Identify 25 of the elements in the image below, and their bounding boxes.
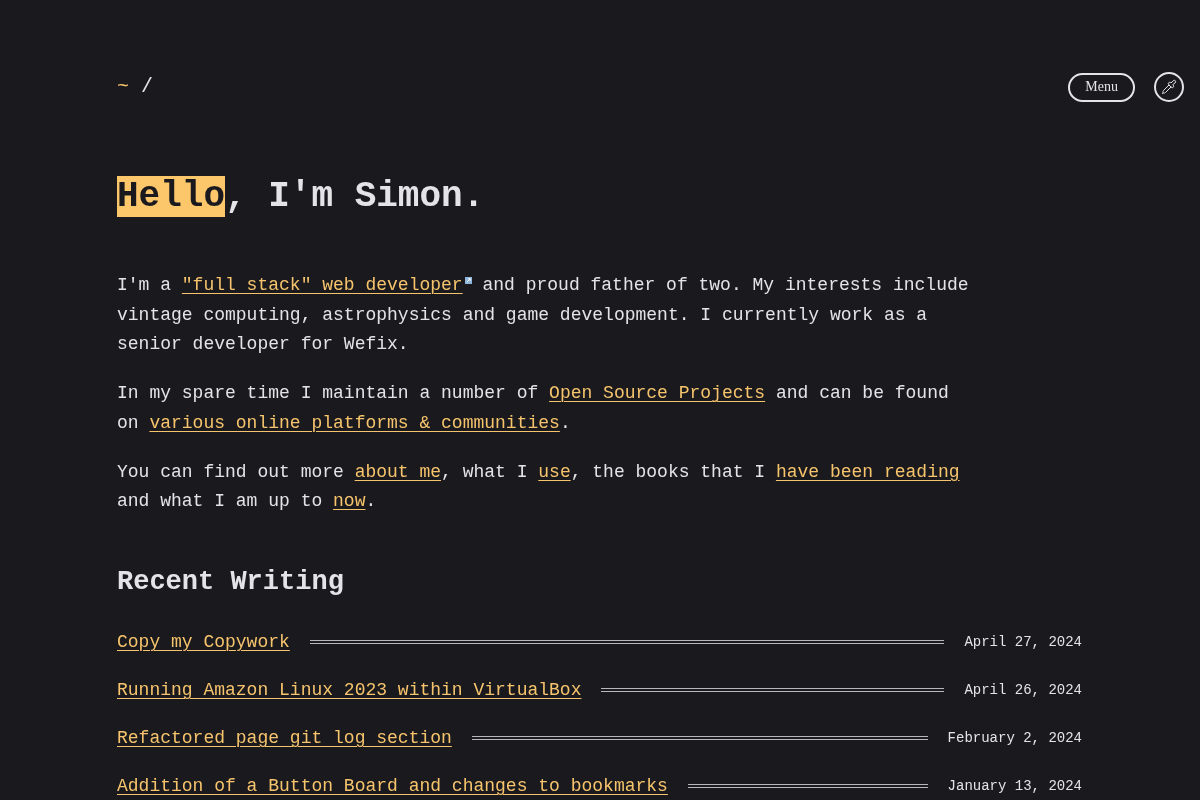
post-link[interactable]: Refactored page git log section: [117, 725, 452, 751]
intro-paragraph: You can find out more about me, what I use, the books that I have been reading and what I am up to now.: [117, 460, 961, 513]
external-link[interactable]: "full stack" web developer: [181, 275, 472, 295]
home-link[interactable]: ~ /: [117, 74, 154, 100]
text-link[interactable]: about me: [354, 461, 442, 482]
post-link[interactable]: Running Amazon Linux 2023 within VirtualBox: [117, 677, 582, 703]
menu-button[interactable]: Menu: [1068, 72, 1135, 102]
post-date: January 13, 2024: [947, 777, 1082, 796]
intro-paragraph: In my spare time I maintain a number of Open Source Projects and can be found on various online platforms & communities.: [117, 382, 950, 435]
text-link[interactable]: use: [538, 461, 571, 482]
text-link[interactable]: various online platforms & communities: [149, 412, 560, 433]
post-date: February 2, 2024: [947, 729, 1082, 748]
intro-paragraph: I'm a "full stack" web developer and proud father of two. My interests include vintage computing, astrophysics and game development. I currently work as a senior developer for Wefix.: [117, 274, 970, 356]
post-link[interactable]: Addition of a Button Board and changes to bookmarks: [117, 773, 668, 799]
post-date: April 26, 2024: [964, 681, 1082, 700]
external-link-icon: [464, 277, 472, 284]
post-link[interactable]: Copy my Copywork: [117, 629, 290, 655]
post-date: April 27, 2024: [964, 633, 1082, 652]
pipette-button[interactable]: [1154, 72, 1184, 102]
text-link[interactable]: now: [333, 491, 366, 511]
section-heading: Recent Writing: [117, 566, 345, 599]
pipette-icon: [1161, 79, 1177, 95]
text-link[interactable]: Open Source Projects: [549, 383, 766, 403]
text-link[interactable]: have been reading: [775, 461, 960, 482]
page-heading: Hello, I'm Simon.: [117, 175, 486, 219]
